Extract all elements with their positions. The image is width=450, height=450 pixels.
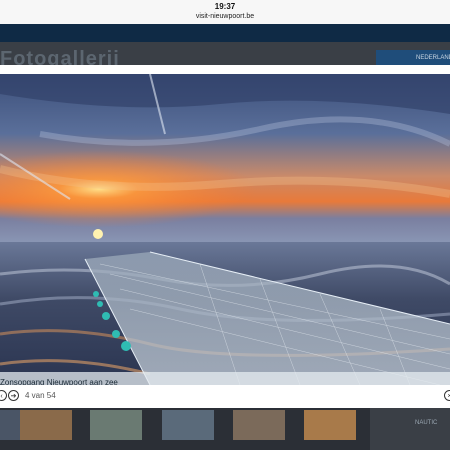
arrow-left-icon[interactable]: ‹ bbox=[0, 390, 7, 401]
close-icon[interactable]: × bbox=[444, 390, 450, 401]
thumbnail[interactable] bbox=[304, 410, 356, 440]
language-button-label: NEDERLANDS bbox=[416, 55, 450, 61]
photo-caption: Zonsopgang Nieuwpoort aan zee bbox=[0, 372, 450, 387]
thumbnail[interactable] bbox=[20, 410, 72, 440]
address-bar-url[interactable]: visit-nieuwpoort.be bbox=[0, 12, 450, 21]
status-time: 19:37 bbox=[214, 2, 236, 11]
thumbnail[interactable] bbox=[162, 410, 214, 440]
gallery-photo[interactable] bbox=[0, 74, 450, 385]
language-button[interactable]: NEDERLANDS bbox=[376, 50, 450, 66]
side-panel: NAUTIC bbox=[405, 408, 450, 450]
lightbox-controls: ‹ ➔ 4 van 54 × bbox=[0, 385, 450, 407]
arrow-right-icon[interactable]: ➔ bbox=[8, 390, 19, 401]
thumbnail-strip bbox=[0, 408, 370, 450]
photo-counter: 4 van 54 bbox=[25, 391, 56, 400]
thumbnail[interactable] bbox=[90, 410, 142, 440]
thumbnail[interactable] bbox=[233, 410, 285, 440]
site-top-bar bbox=[0, 24, 450, 42]
side-panel-label: NAUTIC bbox=[415, 420, 438, 426]
browser-status-bar: 19:37 visit-nieuwpoort.be bbox=[0, 0, 450, 24]
